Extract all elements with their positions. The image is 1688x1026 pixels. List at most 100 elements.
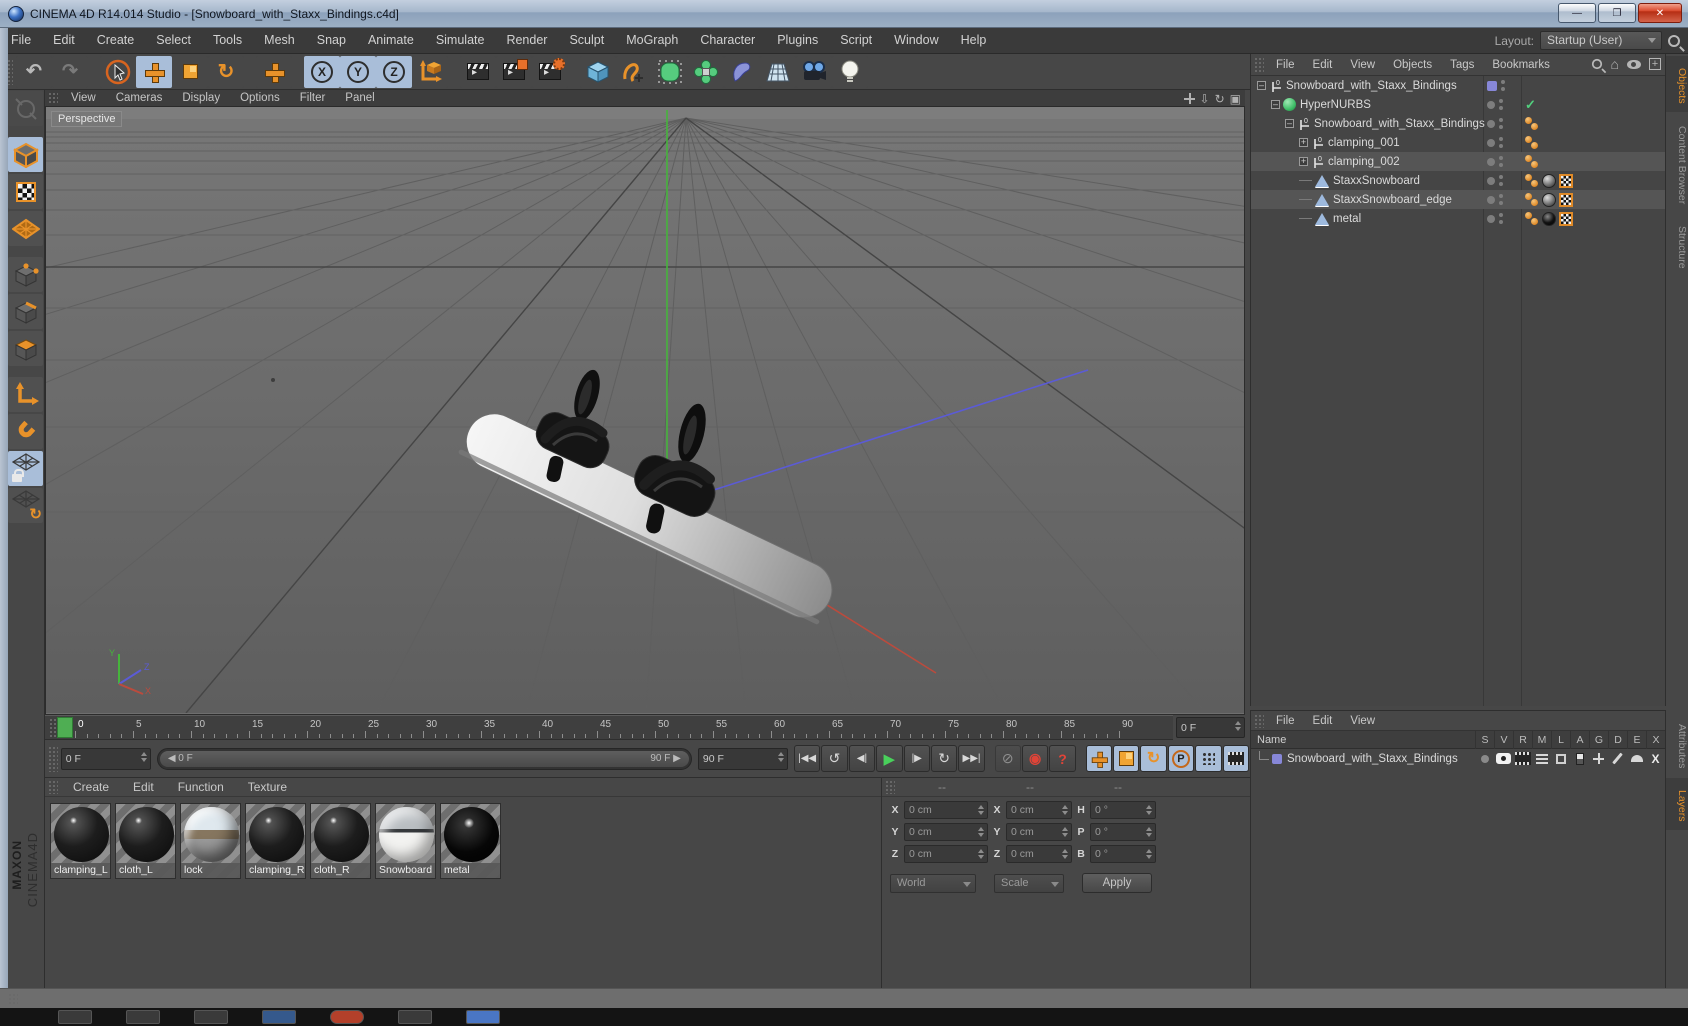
menu-animate[interactable]: Animate bbox=[357, 28, 425, 53]
enable-axis-button[interactable] bbox=[8, 377, 43, 412]
add-camera-button[interactable] bbox=[796, 55, 832, 88]
object-manager-menu-tags[interactable]: Tags bbox=[1441, 59, 1483, 71]
tree-row-clamping_002[interactable]: +0 clamping_002 bbox=[1251, 152, 1665, 171]
last-tool-button[interactable] bbox=[256, 55, 292, 88]
live-selection-button[interactable] bbox=[100, 55, 136, 88]
anim-end-field[interactable]: 90 F bbox=[697, 747, 788, 770]
zoom-icon[interactable]: ⇩ bbox=[1200, 93, 1210, 105]
materials-menu-create[interactable]: Create bbox=[61, 780, 121, 794]
add-spline-button[interactable] bbox=[616, 55, 652, 88]
taskbar-item[interactable] bbox=[466, 1010, 500, 1024]
render-film-icon[interactable] bbox=[1513, 749, 1532, 768]
enable-dot[interactable] bbox=[1487, 119, 1495, 128]
menu-help[interactable]: Help bbox=[950, 28, 998, 53]
taskbar-item[interactable] bbox=[58, 1010, 92, 1024]
menu-character[interactable]: Character bbox=[689, 28, 766, 53]
menu-create[interactable]: Create bbox=[86, 28, 146, 53]
material-tile-snowboard[interactable]: Snowboard bbox=[375, 803, 436, 879]
key-pla-button[interactable] bbox=[1195, 745, 1222, 772]
visibility-dots[interactable] bbox=[1499, 118, 1503, 129]
viewport-menu-view[interactable]: View bbox=[61, 92, 106, 104]
layer-row[interactable]: Snowboard_with_Staxx_Bindings X bbox=[1251, 749, 1665, 768]
material-tile-lock[interactable]: lock bbox=[180, 803, 241, 879]
size-y-field[interactable]: 0 cm bbox=[1006, 823, 1072, 841]
key-parameter-button[interactable]: P bbox=[1167, 745, 1195, 772]
deformers-pen-icon[interactable] bbox=[1608, 749, 1627, 768]
visibility-dots[interactable] bbox=[1499, 137, 1503, 148]
solo-icon[interactable] bbox=[1475, 749, 1494, 768]
scale-tool-button[interactable] bbox=[172, 55, 208, 88]
render-picture-viewer-button[interactable] bbox=[496, 55, 532, 88]
spinner-icon[interactable] bbox=[1146, 849, 1152, 859]
xref-x-icon[interactable]: X bbox=[1646, 749, 1665, 768]
object-manager-menu-edit[interactable]: Edit bbox=[1304, 59, 1342, 71]
layer-color-chip[interactable] bbox=[1272, 753, 1282, 764]
goto-end-button[interactable]: ▶▶| bbox=[958, 745, 985, 772]
menu-window[interactable]: Window bbox=[883, 28, 949, 53]
material-tile-metal[interactable]: metal bbox=[440, 803, 501, 879]
current-frame-field[interactable]: 0 F bbox=[1176, 717, 1245, 738]
play-forwards-button[interactable]: ▶ bbox=[876, 745, 903, 772]
anim-start-field[interactable]: 0 F bbox=[60, 747, 151, 770]
material-tile-cloth_l[interactable]: cloth_L bbox=[115, 803, 176, 879]
position-y-field[interactable]: 0 cm bbox=[904, 823, 988, 841]
layers-menu-edit[interactable]: Edit bbox=[1304, 715, 1342, 727]
layers-menu-file[interactable]: File bbox=[1267, 715, 1304, 727]
redo-button[interactable]: ↷ bbox=[52, 55, 88, 88]
taskbar-item[interactable] bbox=[398, 1010, 432, 1024]
texture-tag-icon[interactable] bbox=[1542, 211, 1556, 226]
layers-menu-view[interactable]: View bbox=[1341, 715, 1384, 727]
object-manager-menu-file[interactable]: File bbox=[1267, 59, 1304, 71]
search-icon[interactable] bbox=[1668, 34, 1680, 47]
visibility-dots[interactable] bbox=[1499, 156, 1503, 167]
menu-mograph[interactable]: MoGraph bbox=[615, 28, 689, 53]
panel-tab-layers[interactable]: Layers bbox=[1666, 778, 1688, 830]
menu-mesh[interactable]: Mesh bbox=[253, 28, 306, 53]
frame-range-slider[interactable]: ◀ 0 F 90 F ▶ bbox=[156, 747, 692, 770]
enable-dot[interactable] bbox=[1487, 214, 1495, 223]
materials-grip[interactable] bbox=[48, 780, 58, 794]
materials-menu-function[interactable]: Function bbox=[166, 780, 236, 794]
expand-icon[interactable]: + bbox=[1299, 138, 1308, 147]
viewport-menu-cameras[interactable]: Cameras bbox=[106, 92, 173, 104]
phong-tag-icon[interactable] bbox=[1525, 116, 1539, 131]
add-light-button[interactable] bbox=[832, 55, 868, 88]
viewport-menu-filter[interactable]: Filter bbox=[290, 92, 336, 104]
home-icon[interactable]: ⌂ bbox=[1611, 57, 1619, 71]
material-tile-clamping_l[interactable]: clamping_L bbox=[50, 803, 111, 879]
size-z-field[interactable]: 0 cm bbox=[1006, 845, 1072, 863]
eye-icon[interactable] bbox=[1627, 59, 1641, 69]
key-position-button[interactable] bbox=[1085, 745, 1112, 772]
workplane-mode-button[interactable] bbox=[8, 211, 43, 246]
spinner-icon[interactable] bbox=[978, 827, 984, 837]
lock-icon[interactable] bbox=[1551, 749, 1570, 768]
coordinate-system-button[interactable] bbox=[412, 55, 448, 88]
object-manager-menu-objects[interactable]: Objects bbox=[1384, 59, 1441, 71]
lock-z-axis-button[interactable]: Z bbox=[376, 55, 412, 88]
layout-select[interactable]: Startup (User) bbox=[1540, 31, 1662, 50]
object-manager-menu-view[interactable]: View bbox=[1341, 59, 1384, 71]
position-x-field[interactable]: 0 cm bbox=[904, 801, 988, 819]
align-workplane-button[interactable]: ↻ bbox=[8, 488, 43, 523]
menu-select[interactable]: Select bbox=[145, 28, 202, 53]
menu-simulate[interactable]: Simulate bbox=[425, 28, 496, 53]
enable-dot[interactable] bbox=[1487, 100, 1495, 109]
previous-frame-button[interactable]: ◀| bbox=[848, 745, 876, 772]
minimize-button[interactable]: — bbox=[1558, 3, 1596, 23]
search-icon[interactable] bbox=[1591, 58, 1602, 70]
enable-dot[interactable] bbox=[1487, 176, 1495, 185]
tree-row-snowboard_with_staxx_bindings[interactable]: – 0 Snowboard_with_Staxx_Bindings bbox=[1251, 114, 1665, 133]
add-deformer-button[interactable] bbox=[724, 55, 760, 88]
polygons-mode-button[interactable] bbox=[8, 331, 43, 366]
phong-tag-icon[interactable] bbox=[1525, 135, 1539, 150]
coordinates-menu--[interactable]: -- bbox=[898, 780, 986, 794]
tree-row-metal[interactable]: metal bbox=[1251, 209, 1665, 228]
record-button[interactable]: ◉ bbox=[1021, 745, 1049, 772]
materials-menu-edit[interactable]: Edit bbox=[121, 780, 166, 794]
spinner-icon[interactable] bbox=[1062, 827, 1068, 837]
lock-workplane-button[interactable] bbox=[8, 451, 43, 486]
keyframe-selection-button[interactable] bbox=[1222, 745, 1249, 772]
taskbar-item[interactable] bbox=[330, 1010, 364, 1024]
add-panel-icon[interactable]: + bbox=[1649, 58, 1661, 70]
spinner-icon[interactable] bbox=[777, 751, 784, 762]
